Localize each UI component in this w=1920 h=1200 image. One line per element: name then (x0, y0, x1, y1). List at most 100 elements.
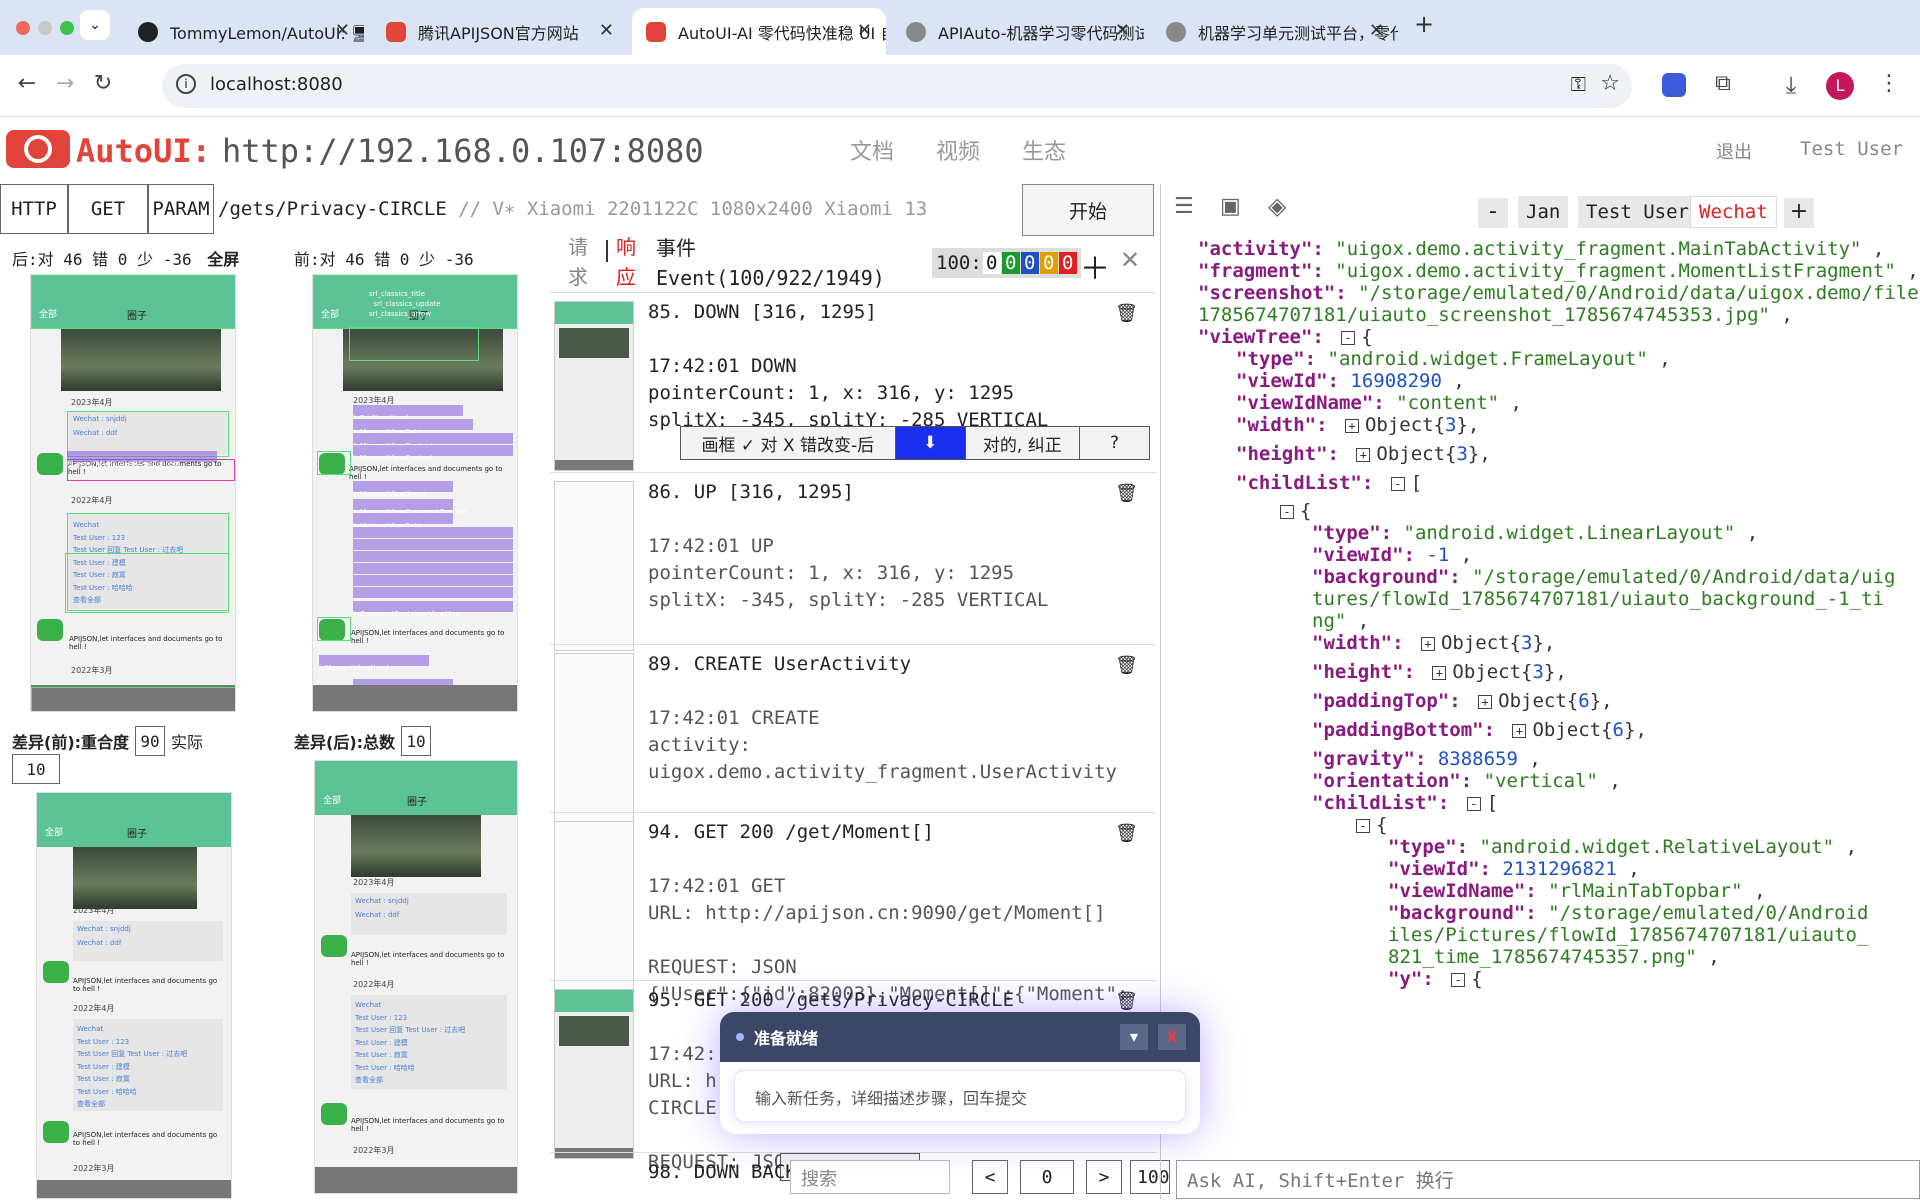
tag-jan[interactable]: Jan (1518, 196, 1569, 228)
window-minimize-button[interactable] (38, 21, 52, 35)
trash-icon[interactable]: 🗑 (1115, 483, 1138, 504)
fullscreen-link[interactable]: 全屏 (207, 250, 239, 269)
diff-screenshot-after[interactable]: 全部 圈子 2023年4月 Wechat : snjddj Wechat : dd… (314, 760, 518, 1194)
event-item[interactable]: 86. UP [316, 1295] 17:42:01 UP pointerCo… (550, 472, 1156, 651)
collapse-icon[interactable]: - (1466, 796, 1481, 811)
event-search-input[interactable]: 搜索 (790, 1160, 950, 1194)
http-type-button[interactable]: HTTP (0, 184, 68, 234)
event-item[interactable]: 89. CREATE UserActivity 17:42:01 CREATE … (550, 644, 1156, 823)
param-button[interactable]: PARAM (148, 184, 214, 234)
task-input[interactable]: 输入新任务，详细描述步骤，回车提交 (734, 1070, 1186, 1122)
event-item[interactable]: 85. DOWN [316, 1295] 17:42:01 DOWN point… (550, 292, 1156, 472)
current-user[interactable]: Test User (1800, 138, 1903, 160)
tab-apijson-site[interactable]: 腾讯APIJSON官方网站 ✕ (372, 8, 628, 55)
screenshot-before[interactable]: 全部 圈子 srl_classics_title srl_classics_upd… (312, 274, 518, 712)
tab-ml-unit-test[interactable]: 机器学习单元测试平台，零代码、 ✕ (1152, 8, 1398, 55)
bookmark-star-icon[interactable]: ☆ (1600, 71, 1620, 96)
trash-icon[interactable]: 🗑 (1115, 823, 1138, 844)
tab-close-icon[interactable]: ✕ (857, 20, 872, 41)
tag-wechat[interactable]: Wechat (1690, 196, 1777, 228)
request-path-input[interactable]: /gets/Privacy-CIRCLE // V∗ Xiaomi 220112… (218, 198, 927, 220)
extensions-puzzle-icon[interactable]: ⧉ (1708, 71, 1738, 96)
forward-arrow-icon[interactable]: → (50, 71, 80, 96)
expand-icon[interactable]: + (1344, 418, 1359, 433)
trash-icon[interactable]: 🗑 (1115, 303, 1138, 324)
next-page-button[interactable]: > (1086, 1160, 1122, 1194)
window-zoom-button[interactable] (60, 21, 74, 35)
expand-icon[interactable]: + (1512, 723, 1527, 738)
address-bar[interactable]: i localhost:8080 ⚿ ☆ (162, 64, 1632, 108)
expand-icon[interactable]: + (1420, 636, 1435, 651)
profile-avatar[interactable]: L (1826, 72, 1854, 100)
collapse-icon[interactable]: - (1356, 818, 1370, 833)
tab-apiauto[interactable]: APIAuto-机器学习零代码测试、 ✕ (892, 8, 1144, 55)
download-icon[interactable]: ⬇ (895, 427, 966, 459)
trash-icon[interactable]: 🗑 (1115, 655, 1138, 676)
prev-page-button[interactable]: < (972, 1160, 1008, 1194)
add-tag-button[interactable]: + (1784, 198, 1814, 228)
trash-icon[interactable]: 🗑 (1115, 991, 1138, 1012)
json-tree[interactable]: "activity": "uigox.demo.activity_fragmen… (1162, 236, 1920, 1156)
list-indent-icon[interactable]: ☰ (1174, 194, 1194, 219)
page-input[interactable]: 0 (1020, 1160, 1074, 1194)
help-button[interactable]: ? (1079, 427, 1150, 459)
collapse-icon[interactable]: - (1451, 972, 1466, 987)
layers-icon[interactable]: ◈ (1268, 192, 1286, 220)
expand-icon[interactable]: + (1478, 694, 1493, 709)
window-close-button[interactable] (16, 21, 30, 35)
popup-close-button[interactable]: X (1158, 1024, 1186, 1050)
new-tab-button[interactable]: + (1414, 10, 1434, 38)
tab-autoui-github[interactable]: TommyLemon/AutoUI: 🖥 AI 零 ✕ (124, 8, 364, 55)
event-thumbnail[interactable] (554, 821, 634, 991)
event-thumbnail[interactable] (554, 989, 634, 1159)
tab-autoui-active[interactable]: AutoUI-AI 零代码快准稳 UI 自动化 ✕ (632, 8, 886, 55)
page-size-input[interactable]: 100 (1130, 1160, 1170, 1194)
event-thumbnail[interactable] (554, 301, 634, 471)
expand-icon[interactable]: + (1432, 665, 1447, 680)
ask-ai-input[interactable]: Ask AI, Shift+Enter 换行 (1176, 1160, 1920, 1199)
remove-tag-button[interactable]: - (1478, 198, 1508, 228)
nav-ecosystem[interactable]: 生态 (1022, 134, 1066, 166)
tab-close-icon[interactable]: ✕ (1115, 20, 1130, 41)
nav-docs[interactable]: 文档 (850, 134, 894, 166)
server-url[interactable]: http://192.168.0.107:8080 (222, 132, 704, 170)
popup-dropdown-button[interactable]: ▾ (1120, 1024, 1148, 1050)
url-text[interactable]: localhost:8080 (210, 74, 343, 95)
start-button[interactable]: 开始 (1022, 184, 1154, 236)
method-button[interactable]: GET (68, 184, 148, 234)
site-info-icon[interactable]: i (176, 74, 196, 94)
collapse-icon[interactable]: - (1280, 504, 1294, 519)
collapse-icon[interactable]: - (1341, 330, 1356, 345)
after-stats: 后:对 46 错 0 少 -36 全屏 (12, 246, 239, 270)
total-input[interactable]: 10 (401, 726, 432, 756)
event-thumbnail[interactable] (554, 481, 634, 651)
mark-correct-button[interactable]: 画框 ✓ 对 X 错改变-后 (681, 427, 896, 459)
actual-input[interactable]: 10 (12, 754, 60, 784)
tag-test-user[interactable]: Test User (1578, 196, 1697, 228)
extension-translate-icon[interactable] (1662, 73, 1686, 97)
expand-icon[interactable]: + (1356, 447, 1371, 462)
tab-all-label: 全部 (323, 796, 342, 806)
diff-screenshot-before[interactable]: 全部 圈子 2023年4月 Wechat : snjddj Wechat : dd… (36, 792, 232, 1199)
tab-close-icon[interactable]: ✕ (599, 20, 614, 41)
save-icon[interactable]: ▣ (1220, 194, 1241, 219)
tab-search-chevron-icon[interactable]: ⌄ (80, 10, 110, 40)
back-arrow-icon[interactable]: ← (12, 71, 42, 96)
browser-menu-icon[interactable]: ⋮ (1874, 71, 1904, 96)
screenshot-after[interactable]: 全部 圈子 2023年4月 Wechat : snjddj Wechat : dd… (30, 274, 236, 712)
overlay-label: tvCommentContainerViewMore (353, 601, 513, 618)
tab-close-icon[interactable]: ✕ (335, 20, 350, 41)
event-item[interactable]: 94. GET 200 /get/Moment[] 17:42:01 GET U… (550, 812, 1156, 1005)
reload-icon[interactable]: ↻ (88, 71, 118, 96)
logout-link[interactable]: 退出 (1716, 138, 1752, 164)
download-icon[interactable]: ⤓ (1776, 71, 1806, 99)
tab-close-icon[interactable]: ✕ (1369, 20, 1384, 41)
event-thumbnail[interactable] (554, 653, 634, 823)
nav-video[interactable]: 视频 (936, 134, 980, 166)
overlap-input[interactable]: 90 (135, 726, 166, 756)
json-line: "paddingTop": + Object{6}, (1312, 690, 1613, 712)
json-line: "width": + Object{3}, (1312, 632, 1556, 654)
password-key-icon[interactable]: ⚿ (1571, 72, 1586, 96)
correct-button[interactable]: 对的, 纠正 (965, 427, 1080, 459)
collapse-icon[interactable]: - (1390, 476, 1405, 491)
